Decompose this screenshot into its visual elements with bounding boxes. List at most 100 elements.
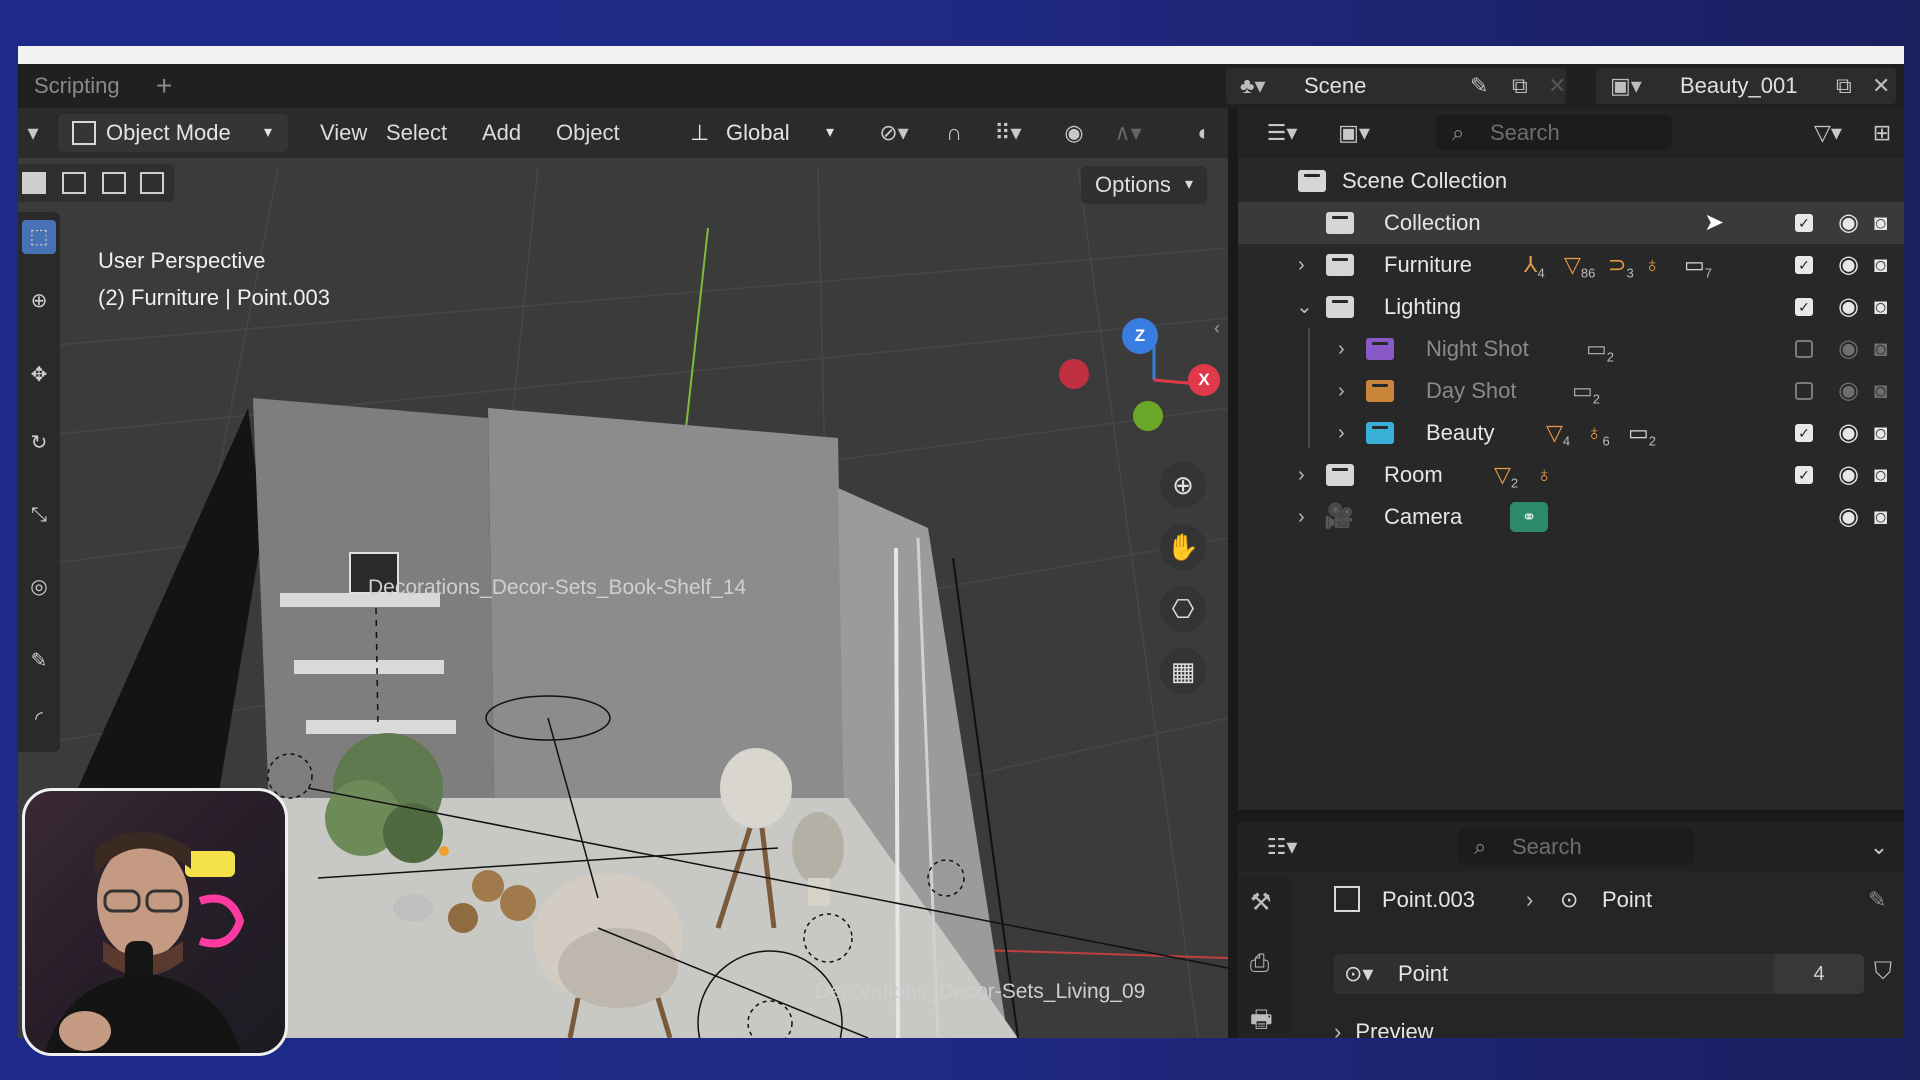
falloff-curve-icon[interactable]: ∧▾ [1100, 114, 1156, 152]
select-intersect-icon[interactable] [140, 172, 164, 194]
copy-layer-icon[interactable]: ⧉ [1836, 68, 1852, 104]
outliner-row-beauty[interactable]: › Beauty ▽4 ♁6 ▭2 ✓ ◉ ◙ [1238, 412, 1904, 454]
transform-orientation-dropdown[interactable]: ⊥ Global ▾ [680, 114, 848, 152]
proportional-editing-icon[interactable]: ◉ [1054, 114, 1094, 152]
editor-type-chevron-icon[interactable]: ▾ [18, 114, 48, 152]
select-box-tool-icon[interactable]: ⬚ [22, 220, 56, 254]
outliner-row-room[interactable]: › Room ▽2 ♁ ✓ ◉ ◙ [1238, 454, 1904, 496]
user-count[interactable]: 4 [1774, 954, 1864, 994]
outliner-row-furniture[interactable]: › Furniture ⅄4 ▽86 ⊃3 ♁ ▭7 ✓ ◉ ◙ [1238, 244, 1904, 286]
exclude-checkbox[interactable]: ✓ [1795, 256, 1813, 274]
preview-panel-toggle[interactable]: › Preview [1334, 1012, 1434, 1038]
gizmo-z-axis[interactable]: Z [1122, 318, 1158, 354]
output-tab-icon[interactable]: 🖶 [1250, 1002, 1273, 1038]
menu-view[interactable]: View [320, 108, 367, 158]
menu-object[interactable]: Object [556, 108, 620, 158]
measure-tool-icon[interactable]: ◜ [22, 702, 56, 736]
select-subtract-icon[interactable] [102, 172, 126, 194]
exclude-checkbox[interactable]: ✓ [1795, 424, 1813, 442]
chevron-right-icon[interactable]: › [1338, 412, 1345, 454]
exclude-checkbox[interactable]: ✓ [1795, 466, 1813, 484]
close-scene-icon[interactable]: ✕ [1548, 68, 1566, 104]
tab-scripting[interactable]: Scripting [18, 64, 136, 108]
copy-scene-icon[interactable]: ⧉ [1512, 68, 1528, 104]
light-browse-icon[interactable]: ⊙▾ [1344, 954, 1373, 994]
move-tool-icon[interactable]: ✥ [22, 358, 56, 392]
menu-select[interactable]: Select [386, 108, 447, 158]
tool-tab-icon[interactable]: ⚒ [1250, 888, 1272, 917]
chevron-right-icon[interactable]: › [1338, 370, 1345, 412]
chevron-right-icon[interactable]: › [1338, 328, 1345, 370]
outliner-search-input[interactable]: ⌕ Search [1436, 115, 1672, 151]
display-mode-icon[interactable]: ☰▾ [1252, 114, 1312, 152]
outliner-row-day-shot[interactable]: › Day Shot ▭2 ◉ ◙ [1238, 370, 1904, 412]
camera-render-icon[interactable]: ◙ [1874, 370, 1887, 412]
exclude-checkbox[interactable] [1795, 340, 1813, 358]
eye-icon[interactable]: ◉ [1838, 244, 1859, 286]
eye-icon[interactable]: ◉ [1838, 496, 1859, 538]
pin-icon[interactable]: ✎ [1470, 68, 1488, 104]
chevron-right-icon[interactable]: › [1298, 454, 1305, 496]
object-mode-dropdown[interactable]: Object Mode ▾ [58, 114, 288, 152]
eye-icon[interactable]: ◉ [1838, 370, 1859, 412]
eye-icon[interactable]: ◉ [1838, 328, 1859, 370]
chevron-down-icon: ▾ [264, 124, 273, 141]
camera-render-icon[interactable]: ◙ [1874, 328, 1887, 370]
camera-view-icon[interactable]: ⎔ [1160, 586, 1206, 632]
fake-user-shield-icon[interactable]: ⛉ [1874, 958, 1892, 986]
chevron-right-icon[interactable]: › [1298, 496, 1305, 538]
cursor-tool-icon[interactable]: ⊕ [22, 284, 56, 318]
scale-tool-icon[interactable]: ⤡ [22, 498, 56, 532]
camera-render-icon[interactable]: ◙ [1874, 454, 1887, 496]
zoom-icon[interactable]: ⊕ [1160, 462, 1206, 508]
outliner-row-collection[interactable]: Collection ➤ ✓ ◉ ◙ [1238, 202, 1904, 244]
snap-magnet-icon[interactable]: ∩ [936, 114, 972, 152]
render-tab-icon[interactable]: ⎙ [1250, 950, 1269, 978]
viewport-header: ▾ Object Mode ▾ View Select Add Object ⊥… [18, 108, 1228, 158]
outliner-row-night-shot[interactable]: › Night Shot ▭2 ◉ ◙ [1238, 328, 1904, 370]
camera-render-icon[interactable]: ◙ [1874, 202, 1887, 244]
select-extend-icon[interactable] [62, 172, 86, 194]
transform-tool-icon[interactable]: ◎ [22, 570, 56, 604]
exclude-checkbox[interactable]: ✓ [1795, 298, 1813, 316]
editor-type-icon[interactable]: ☷▾ [1252, 828, 1312, 866]
view-layer-selector[interactable]: ▣▾ Beauty_001 ⧉ ✕ [1596, 68, 1896, 104]
snap-increment-icon[interactable]: ⠿▾ [978, 114, 1038, 152]
ortho-grid-icon[interactable]: ▦ [1160, 648, 1206, 694]
exclude-checkbox[interactable] [1795, 382, 1813, 400]
eye-icon[interactable]: ◉ [1838, 412, 1859, 454]
eye-icon[interactable]: ◉ [1838, 202, 1859, 244]
annotate-tool-icon[interactable]: ✎ [22, 644, 56, 678]
chevron-down-icon[interactable]: ⌄ [1296, 286, 1313, 328]
eye-icon[interactable]: ◉ [1838, 286, 1859, 328]
light-datablock-field[interactable]: ⊙▾ Point 4 [1334, 954, 1864, 994]
sidebar-toggle-icon[interactable]: ‹ [1214, 318, 1220, 339]
filter-display-icon[interactable]: ▣▾ [1324, 114, 1384, 152]
properties-search-input[interactable]: ⌕ Search [1458, 829, 1694, 865]
eye-icon[interactable]: ◉ [1838, 454, 1859, 496]
pan-hand-icon[interactable]: ✋ [1160, 524, 1206, 570]
new-collection-icon[interactable]: ⊞ [1862, 114, 1902, 152]
outliner-row-camera[interactable]: › 🎥 Camera ⚭ ◉ ◙ [1238, 496, 1904, 538]
pivot-point-icon[interactable]: ⊘▾ [866, 114, 922, 152]
scene-selector[interactable]: ♣▾ Scene ✎ ⧉ ✕ [1226, 68, 1566, 104]
camera-render-icon[interactable]: ◙ [1874, 496, 1887, 538]
chevron-down-icon[interactable]: ⌄ [1864, 828, 1894, 866]
chevron-right-icon[interactable]: › [1298, 244, 1305, 286]
pin-icon[interactable]: ✎ [1868, 878, 1886, 922]
exclude-checkbox[interactable]: ✓ [1795, 214, 1813, 232]
rotate-tool-icon[interactable]: ↻ [22, 426, 56, 460]
filter-funnel-icon[interactable]: ▽▾ [1798, 114, 1858, 152]
camera-render-icon[interactable]: ◙ [1874, 244, 1887, 286]
gizmo-x-axis[interactable]: X [1188, 364, 1220, 396]
visibility-overlay-icon[interactable]: ◐ [1182, 114, 1226, 152]
options-dropdown[interactable]: Options ▾ [1081, 166, 1207, 204]
camera-render-icon[interactable]: ◙ [1874, 286, 1887, 328]
outliner-row-lighting[interactable]: ⌄ Lighting ✓ ◉ ◙ [1238, 286, 1904, 328]
close-layer-icon[interactable]: ✕ [1872, 68, 1890, 104]
select-new-icon[interactable] [22, 172, 46, 194]
outliner-row-scene-collection[interactable]: Scene Collection [1238, 160, 1904, 202]
menu-add[interactable]: Add [482, 108, 521, 158]
camera-render-icon[interactable]: ◙ [1874, 412, 1887, 454]
add-workspace-button[interactable]: + [156, 64, 172, 108]
